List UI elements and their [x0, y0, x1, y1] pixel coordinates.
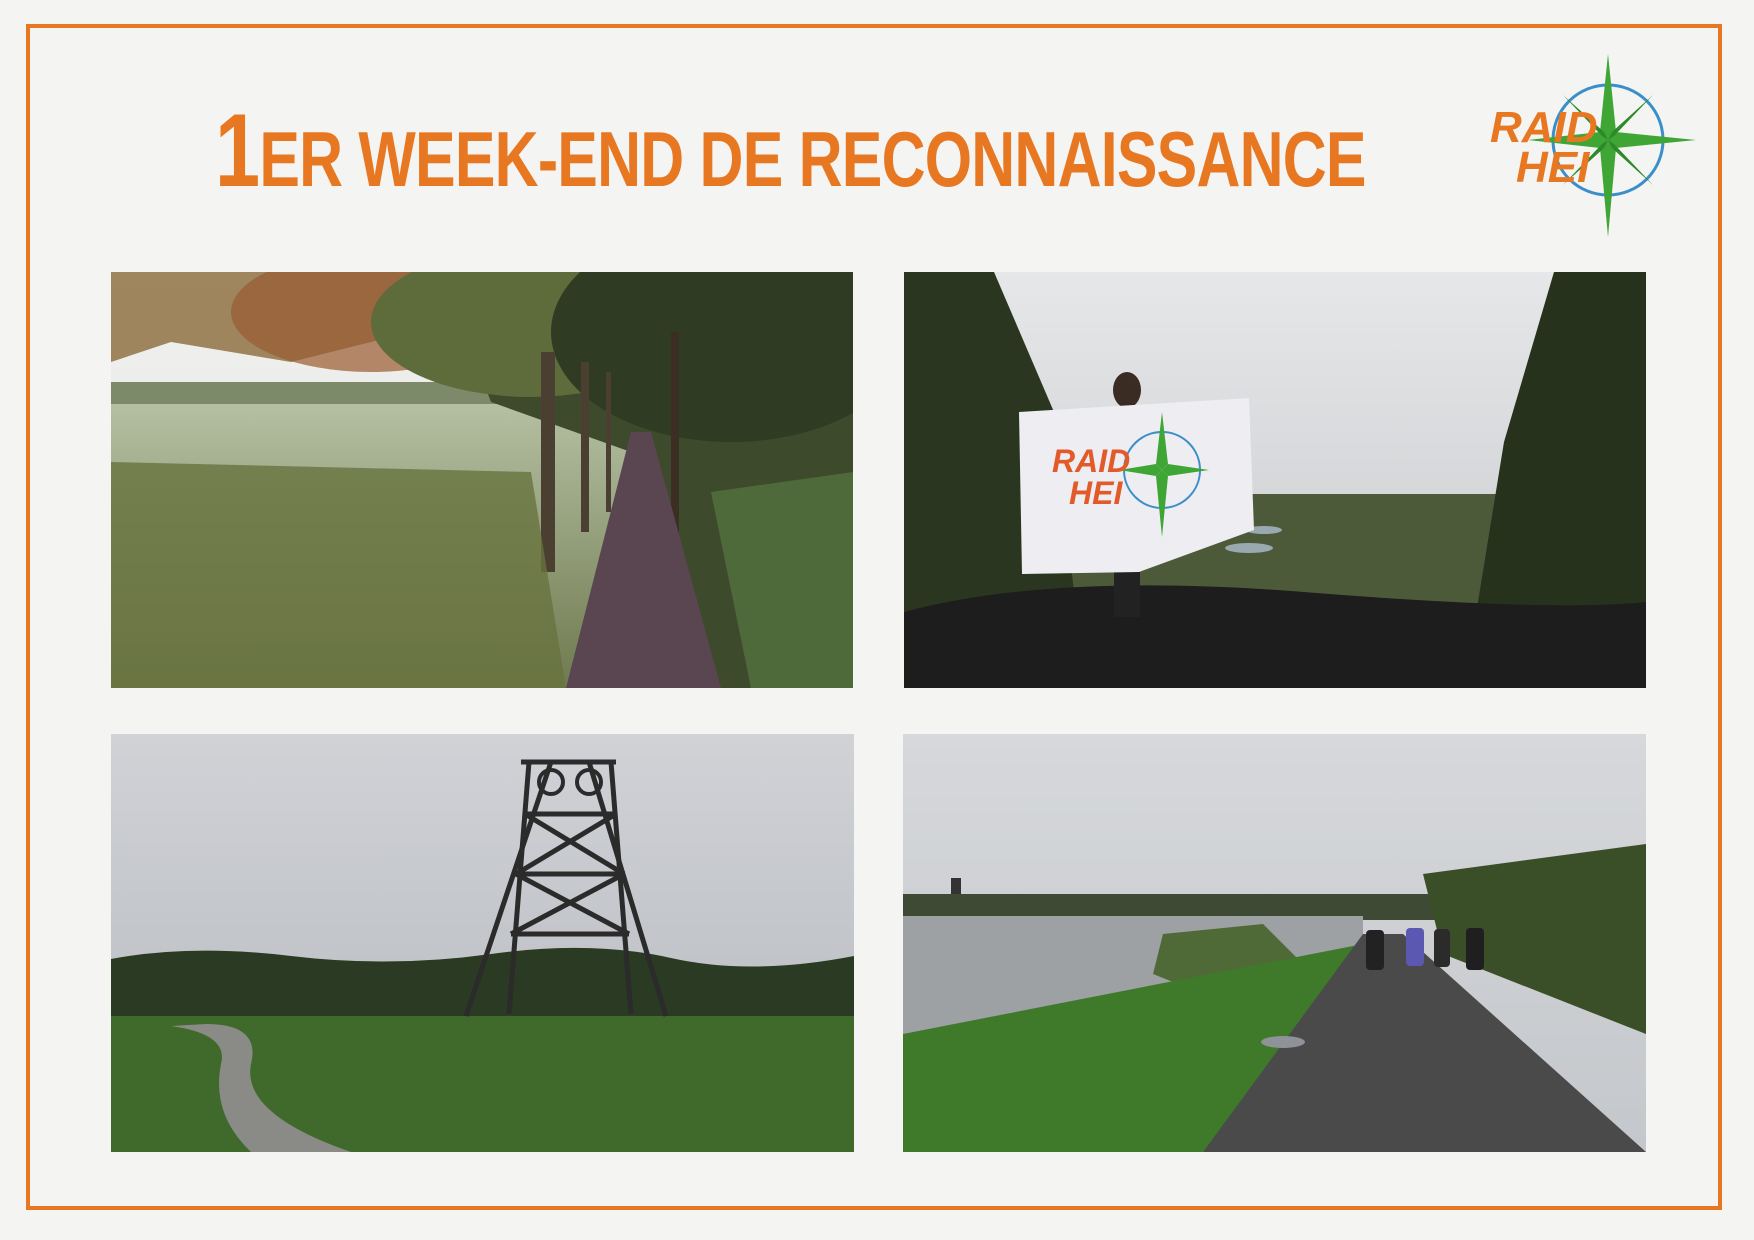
logo-line2: HEI — [1516, 143, 1590, 192]
page-title-text: ER WEEK-END DE RECONNAISSANCE — [259, 115, 1366, 203]
flag-text-line2: HEI — [1069, 475, 1123, 511]
page-title: 1ER WEEK-END DE RECONNAISSANCE — [215, 92, 1367, 211]
forest-path-photo — [111, 272, 853, 688]
compass-rose-icon: RAID HEI — [1490, 54, 1696, 237]
raid-hei-logo: RAID HEI — [1488, 52, 1698, 252]
flag-on-hill-photo: RAID HEI — [904, 272, 1646, 688]
lake-walkers-photo — [903, 734, 1646, 1152]
mine-headframe-photo — [111, 734, 854, 1152]
flag-text-line1: RAID — [1052, 443, 1130, 479]
page-title-number: 1 — [215, 93, 260, 209]
